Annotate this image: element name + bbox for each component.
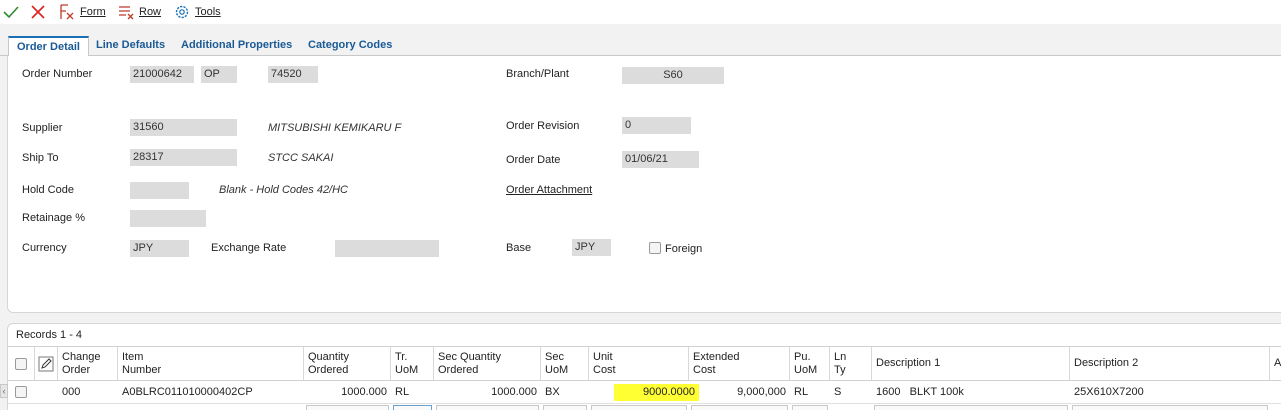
exchange-rate-field[interactable] [335,240,439,257]
order-revision-field[interactable]: 0 [622,117,691,134]
header-change-order[interactable]: Change Order [58,347,118,380]
supplier-field[interactable]: 31560 [130,119,237,136]
header-extended-cost[interactable]: Extended Cost [689,347,790,380]
next-row-quantity-input[interactable] [306,405,389,410]
collapse-left-icon[interactable]: ‹ [0,384,8,398]
currency-label: Currency [22,242,67,254]
cell-item-number[interactable]: A0BLRC011010000402CP [118,381,304,404]
row-select-checkbox[interactable] [15,386,27,398]
header-item-number[interactable]: Item Number [118,347,304,380]
supplier-label: Supplier [22,122,63,134]
hold-code-description: Blank - Hold Codes 42/HC [219,184,349,196]
header-column-a[interactable]: A [1270,347,1281,380]
ship-to-label: Ship To [22,152,59,164]
ship-to-field[interactable]: 28317 [130,149,237,166]
form-menu-label: Form [80,6,106,18]
tab-additional-properties[interactable]: Additional Properties [173,36,300,56]
header-ln-ty[interactable]: Ln Ty [830,347,872,380]
header-tr-uom[interactable]: Tr. UoM [391,347,434,380]
cell-unit-cost[interactable]: 9000.0000 [614,384,699,401]
header-quantity-ordered[interactable]: Quantity Ordered [304,347,391,380]
next-row-uom-input[interactable] [393,405,432,410]
ship-to-name: STCC SAKAI [268,152,334,164]
header-unit-cost[interactable]: Unit Cost [589,347,689,380]
hold-code-label: Hold Code [22,184,74,196]
tools-menu-button[interactable]: Tools [173,3,221,21]
header-description-2[interactable]: Description 2 [1070,347,1270,380]
tab-bar: Order Detail Line Defaults Additional Pr… [0,34,1281,57]
row-menu-label: Row [139,6,162,18]
tools-menu-label: Tools [195,6,221,18]
retainage-field[interactable] [130,210,206,227]
order-type-field[interactable]: OP [201,66,237,83]
cell-change-order[interactable]: 000 [58,381,118,404]
order-date-field[interactable]: 01/06/21 [622,151,699,168]
next-row-pu-uom-input[interactable] [792,405,828,410]
order-number-field[interactable]: 21000642 [130,66,194,83]
cell-description-1[interactable]: 1600 BLKT 100k [872,381,1070,404]
cell-description-2[interactable]: 25X610X7200 [1070,381,1270,404]
table-row[interactable]: 000 A0BLRC011010000402CP 1000.000 RL 100… [8,381,1281,404]
base-label: Base [506,242,532,254]
toolbar: Form Row Tools [0,0,1281,24]
cell-pu-uom[interactable]: RL [790,381,830,404]
cell-ln-ty[interactable]: S [830,381,872,404]
header-description-1[interactable]: Description 1 [872,347,1070,380]
cell-extended-cost[interactable]: 9,000,000 [689,381,790,404]
order-lines-grid: Records 1 - 4 Change Order Item Number Qua… [7,323,1281,410]
grid-header: Change Order Item Number Quantity Ordered T… [8,346,1281,381]
cell-quantity-ordered[interactable]: 1000.000 [304,381,391,404]
cell-tr-uom[interactable]: RL [391,381,434,404]
header-edit-cell [35,347,58,380]
foreign-checkbox[interactable] [649,242,661,254]
edit-pencil-icon[interactable] [38,356,54,372]
form-menu-button[interactable]: Form [58,3,106,21]
tab-line-defaults[interactable]: Line Defaults [88,36,173,56]
branch-plant-field[interactable]: S60 [622,67,724,84]
foreign-label: Foreign [665,243,703,255]
order-date-label: Order Date [506,154,561,166]
tab-category-codes[interactable]: Category Codes [300,36,400,56]
records-count: Records 1 - 4 [16,329,83,341]
base-currency-field[interactable]: JPY [572,239,611,256]
order-attachment-link[interactable]: Order Attachment [506,184,592,196]
order-company-field[interactable]: 74520 [268,66,318,83]
ok-check-icon[interactable] [2,3,20,21]
select-all-checkbox[interactable] [15,358,27,370]
tab-order-detail[interactable]: Order Detail [8,36,89,57]
next-row-description-1-input[interactable] [874,405,1068,410]
cell-sec-quantity[interactable]: 1000.000 [434,381,541,404]
row-icon [119,6,134,20]
header-sec-uom[interactable]: Sec UoM [541,347,589,380]
order-detail-panel: Order Number 21000642 OP 74520 Branch/Pl… [7,56,1281,313]
form-icon [60,4,74,20]
hold-code-field[interactable] [130,182,189,199]
cell-sec-uom[interactable]: BX [541,381,589,404]
retainage-label: Retainage % [22,212,85,224]
currency-field[interactable]: JPY [130,240,189,257]
header-pu-uom[interactable]: Pu. UoM [790,347,830,380]
header-select-cell [8,347,35,380]
next-row-sec-quantity-input[interactable] [436,405,539,410]
order-number-label: Order Number [22,68,93,80]
next-row-sec-uom-input[interactable] [543,405,587,410]
exchange-rate-label: Exchange Rate [211,242,287,254]
next-row-inputs [8,405,1281,410]
branch-plant-label: Branch/Plant [506,68,569,80]
next-row-unit-cost-input[interactable] [591,405,687,410]
header-sec-quantity[interactable]: Sec Quantity Ordered [434,347,541,380]
next-row-description-2-input[interactable] [1072,405,1268,410]
row-menu-button[interactable]: Row [117,3,161,21]
cancel-x-icon[interactable] [29,3,47,21]
order-revision-label: Order Revision [506,120,580,132]
gear-icon [175,5,189,19]
supplier-name: MITSUBISHI KEMIKARU F [268,122,402,134]
next-row-extended-cost-input[interactable] [691,405,788,410]
